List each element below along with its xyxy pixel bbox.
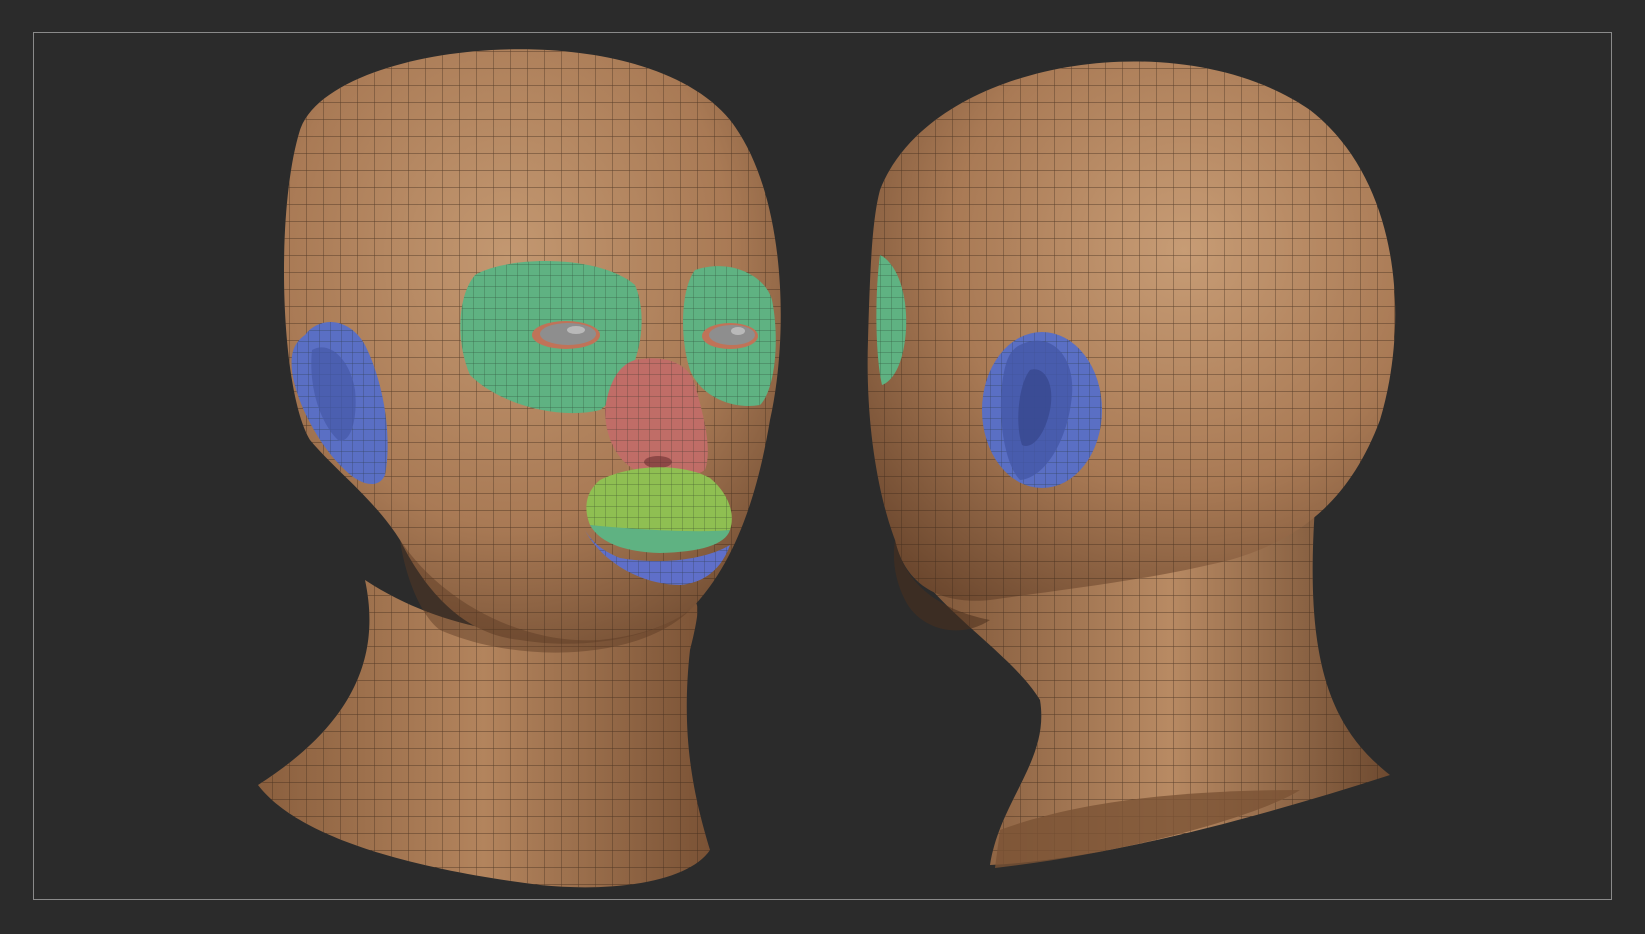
- 3d-viewport[interactable]: [0, 0, 1645, 934]
- head-model-side[interactable]: [867, 61, 1396, 868]
- ear-side: [982, 332, 1102, 488]
- head-model-front[interactable]: [258, 49, 781, 888]
- scene-canvas: [258, 49, 1396, 888]
